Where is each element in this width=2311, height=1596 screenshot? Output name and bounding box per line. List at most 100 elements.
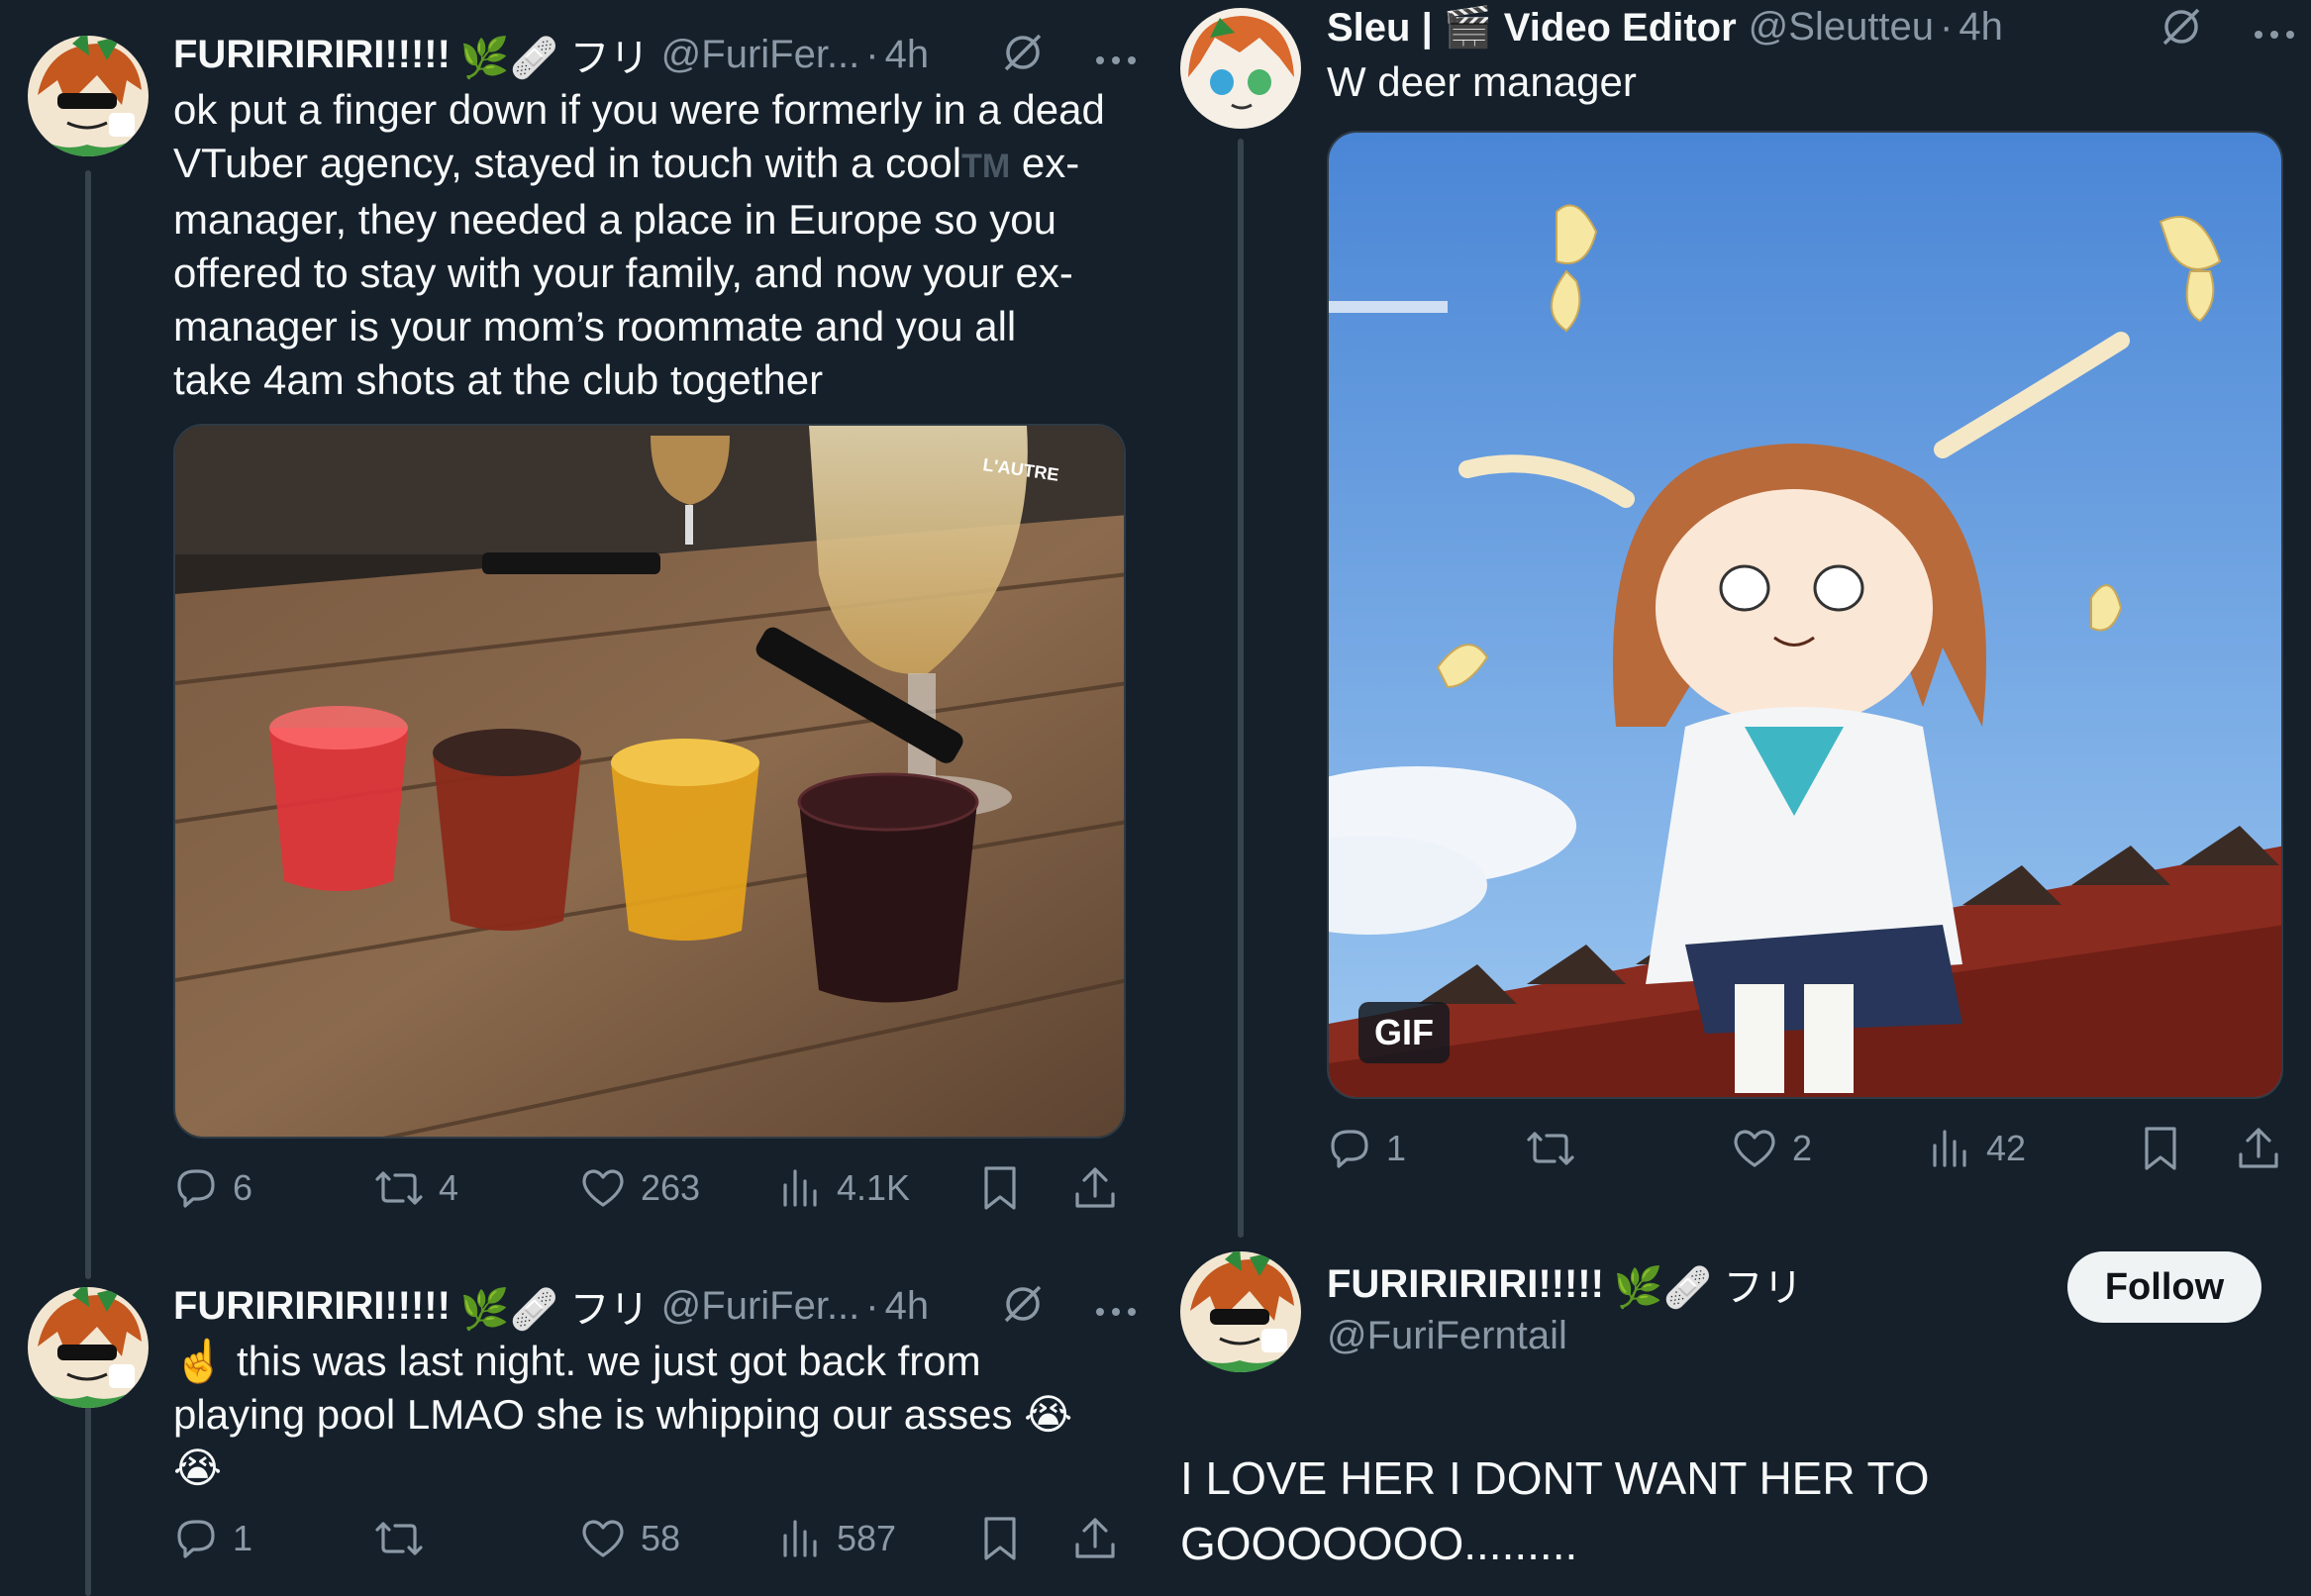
repost-icon xyxy=(375,1171,423,1205)
handle[interactable]: @Sleutteu xyxy=(1749,5,1934,50)
avatar[interactable] xyxy=(28,1287,149,1408)
grok-icon[interactable] xyxy=(1000,30,1046,85)
text-line-part: ex- xyxy=(1010,140,1080,186)
bookmark-button[interactable] xyxy=(980,1164,1020,1212)
name-emoji: 🌿🩹 フリ xyxy=(1613,1266,1803,1310)
reply-button[interactable]: 1 xyxy=(1327,1126,1406,1171)
avatar[interactable] xyxy=(1180,8,1301,129)
text-line: manager is your mom’s roommate and you a… xyxy=(173,303,1017,349)
reply-icon xyxy=(177,1520,215,1558)
handle[interactable]: @FuriFerntail xyxy=(1327,1314,1567,1358)
views-icon xyxy=(1933,1130,1966,1167)
reply-button[interactable]: 1 xyxy=(173,1516,252,1561)
avatar[interactable] xyxy=(1180,1251,1301,1372)
like-button[interactable]: 263 xyxy=(579,1165,700,1211)
trademark-mark: TM xyxy=(961,148,1011,185)
display-name[interactable]: Sleu | 🎬 Video Editor xyxy=(1327,4,1737,50)
bookmark-icon xyxy=(984,1166,1016,1210)
more-icon[interactable] xyxy=(1093,36,1139,80)
display-name[interactable]: FURIRIRIRI!!!!! xyxy=(1327,1262,1604,1307)
like-icon xyxy=(582,1520,624,1557)
like-icon xyxy=(1734,1130,1775,1167)
tweet-header: FURIRIRIRI!!!!! 🌿🩹 フリ @FuriFer... · 4h xyxy=(173,28,929,81)
views-icon xyxy=(783,1169,817,1207)
like-count: 58 xyxy=(641,1518,681,1558)
gif-badge: GIF xyxy=(1358,1002,1450,1063)
repost-button[interactable] xyxy=(1525,1126,1590,1171)
separator-dot: · xyxy=(865,32,879,76)
left-thread: FURIRIRIRI!!!!! 🌿🩹 フリ @FuriFer... · 4h o… xyxy=(0,0,1149,1596)
views-button[interactable]: 42 xyxy=(1929,1126,2026,1171)
avatar[interactable] xyxy=(28,36,149,156)
like-count: 263 xyxy=(641,1167,701,1208)
reply-icon xyxy=(177,1169,215,1208)
repost-icon xyxy=(375,1522,423,1555)
text-line: 😭 xyxy=(173,1445,223,1491)
tweet-photo[interactable]: L'AUTRE xyxy=(173,424,1126,1139)
like-icon xyxy=(582,1169,624,1207)
name-emoji: 🌿🩹 フリ xyxy=(459,37,650,80)
text-line: ok put a finger down if you were formerl… xyxy=(173,86,1105,133)
like-button[interactable]: 58 xyxy=(579,1516,680,1561)
timestamp[interactable]: 4h xyxy=(1959,5,2003,50)
reply-button[interactable]: 6 xyxy=(173,1165,252,1211)
views-button[interactable]: 587 xyxy=(779,1516,896,1561)
text-line: VTuber agency, stayed in touch with a co… xyxy=(173,137,1139,193)
follow-button[interactable]: Follow xyxy=(2067,1251,2261,1323)
grok-icon[interactable] xyxy=(2159,4,2204,59)
name-emoji: 🌿🩹 フリ xyxy=(459,1288,650,1332)
tweet-header: Sleu | 🎬 Video Editor @Sleutteu · 4h xyxy=(1327,0,2003,53)
more-icon[interactable] xyxy=(1093,1287,1139,1332)
text-line: GOOOOOOO......... xyxy=(1180,1518,1578,1569)
timestamp[interactable]: 4h xyxy=(885,33,930,77)
text-line: I LOVE HER I DONT WANT HER TO xyxy=(1180,1452,1930,1504)
tweet-top-actions xyxy=(2159,4,2297,59)
views-count: 587 xyxy=(837,1518,897,1558)
reply-count: 1 xyxy=(1386,1128,1407,1168)
repost-button[interactable]: 4 xyxy=(373,1165,458,1211)
like-button[interactable]: 2 xyxy=(1731,1126,1812,1171)
text-line: ☝️ this was last night. we just got back… xyxy=(173,1338,981,1384)
timestamp[interactable]: 4h xyxy=(885,1284,930,1329)
share-button[interactable] xyxy=(1072,1515,1118,1562)
repost-count: 4 xyxy=(439,1167,459,1208)
tweet-text: ok put a finger down if you were formerl… xyxy=(173,83,1139,407)
tweet-text: ☝️ this was last night. we just got back… xyxy=(173,1335,1139,1495)
display-name[interactable]: FURIRIRIRI!!!!! xyxy=(173,33,451,77)
reply-count: 1 xyxy=(233,1518,253,1558)
repost-button[interactable] xyxy=(373,1516,439,1561)
tweet-gif[interactable]: GIF xyxy=(1327,131,2283,1099)
tweet-text: I LOVE HER I DONT WANT HER TO GOOOOOOO..… xyxy=(1180,1446,1930,1576)
share-icon xyxy=(1075,1167,1115,1208)
like-count: 2 xyxy=(1792,1128,1813,1168)
tweet-actions: 1 2 42 xyxy=(1327,1121,2283,1176)
more-icon[interactable] xyxy=(2252,10,2297,54)
grok-icon[interactable] xyxy=(1000,1281,1046,1337)
bookmark-button[interactable] xyxy=(2141,1125,2180,1172)
tweet-text: W deer manager xyxy=(1327,58,1637,105)
thread-connector xyxy=(1238,139,1244,1238)
text-line: take 4am shots at the club together xyxy=(173,356,824,403)
share-button[interactable] xyxy=(2236,1125,2281,1172)
reply-count: 6 xyxy=(233,1167,253,1208)
repost-icon xyxy=(1527,1132,1574,1165)
handle[interactable]: @FuriFer... xyxy=(661,33,860,77)
handle[interactable]: @FuriFer... xyxy=(661,1284,860,1329)
bookmark-icon xyxy=(2145,1127,2176,1170)
share-button[interactable] xyxy=(1072,1164,1118,1212)
text-line: manager, they needed a place in Europe s… xyxy=(173,196,1056,243)
views-button[interactable]: 4.1K xyxy=(779,1165,910,1211)
tweet-top-actions xyxy=(1000,1281,1139,1337)
share-icon xyxy=(2239,1128,2278,1168)
separator-dot: · xyxy=(1940,4,1954,49)
tweet-top-actions xyxy=(1000,30,1139,85)
thread-connector xyxy=(85,170,91,1279)
text-line-part: VTuber agency, stayed in touch with a co… xyxy=(173,140,962,186)
display-name[interactable]: FURIRIRIRI!!!!! xyxy=(173,1284,451,1329)
views-count: 4.1K xyxy=(837,1167,911,1208)
profile-header: FURIRIRIRI!!!!! 🌿🩹 フリ xyxy=(1327,1257,1803,1311)
profile-handle-row: @FuriFerntail xyxy=(1315,1309,1567,1362)
bookmark-button[interactable] xyxy=(980,1515,1020,1562)
share-icon xyxy=(1075,1518,1115,1558)
bookmark-icon xyxy=(984,1517,1016,1560)
